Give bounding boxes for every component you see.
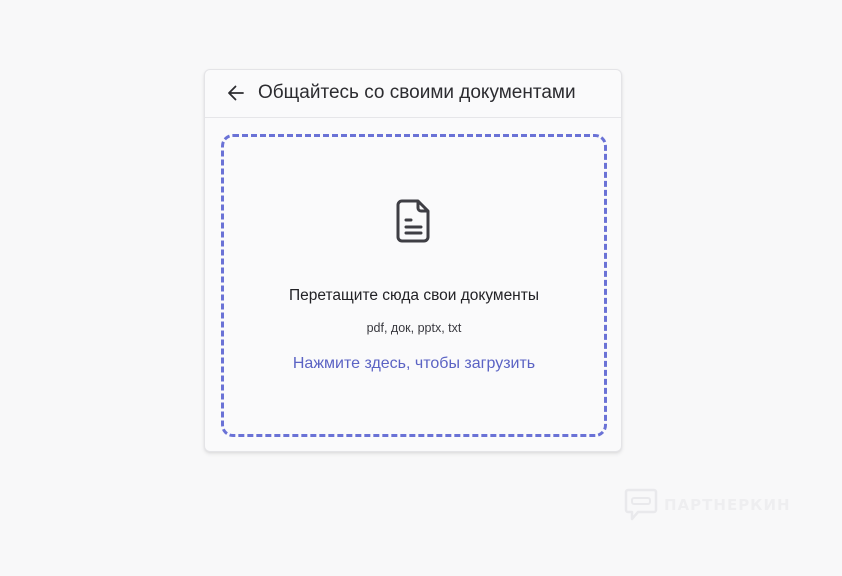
file-dropzone[interactable]: Перетащите сюда свои документы pdf, док,… [221, 134, 607, 437]
dialog-title: Общайтесь со своими документами [258, 82, 576, 103]
dropzone-instruction: Перетащите сюда свои документы [289, 287, 539, 304]
watermark: ПАРТНЕРКИН [624, 487, 791, 523]
watermark-text: ПАРТНЕРКИН [664, 496, 791, 514]
upload-dialog: Общайтесь со своими документами Перетащи… [204, 69, 622, 452]
chat-bubble-icon [624, 488, 658, 521]
back-button[interactable] [225, 82, 247, 104]
dialog-header: Общайтесь со своими документами [205, 70, 621, 118]
document-icon [396, 199, 430, 243]
upload-link[interactable]: Нажмите здесь, чтобы загрузить [224, 355, 604, 373]
supported-formats: pdf, док, pptx, txt [366, 321, 462, 335]
arrow-left-icon [228, 85, 244, 101]
page: Общайтесь со своими документами Перетащи… [0, 0, 842, 576]
